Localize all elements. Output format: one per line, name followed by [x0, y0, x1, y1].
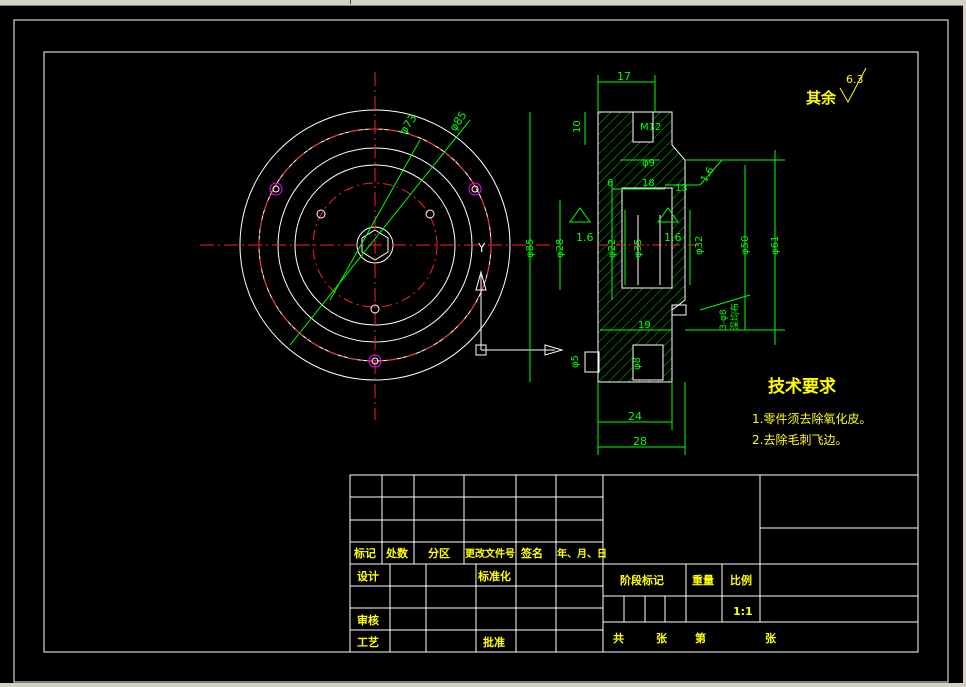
- dim-phi85: φ85: [525, 239, 536, 258]
- dim-24: 24: [628, 410, 642, 423]
- title-block: [349, 474, 919, 653]
- tech-req-item-2: 2.去除毛刺飞边。: [752, 432, 847, 447]
- dim-phi32: φ32: [694, 236, 705, 255]
- tb-zone: 分区: [428, 546, 450, 560]
- dim-6: 6: [607, 178, 613, 189]
- dim-m12: M12: [640, 122, 661, 133]
- dim-28: 28: [633, 435, 647, 448]
- ra-1-6-a: 1.6: [576, 231, 594, 244]
- technical-requirements: 技术要求 1.零件须去除氧化皮。 2.去除毛刺飞边。: [752, 376, 871, 447]
- cad-drawing-canvas[interactable]: φ85 φ73 Y 17 10 M12 φ9 6 18 13 1.6 1.6 1…: [0, 0, 966, 687]
- inner-frame: [43, 51, 919, 653]
- dim-13: 13: [675, 183, 688, 194]
- tech-req-title: 技术要求: [768, 376, 836, 397]
- dim-19: 19: [638, 320, 651, 331]
- dim-phi28: φ28: [555, 239, 566, 258]
- dim-phi22: φ22: [607, 239, 618, 258]
- phi85-label: φ85: [447, 109, 470, 134]
- hole-note: 3-φ8: [719, 309, 729, 330]
- hole-note-2: 深均布: [729, 303, 741, 330]
- tb-change-doc: 更改文件号: [465, 547, 515, 560]
- tb-design: 设计: [357, 569, 379, 583]
- tb-total: 共: [613, 631, 624, 645]
- dim-phi35: φ35: [633, 239, 644, 258]
- dim-r16: 1.6: [699, 165, 716, 184]
- svg-text:Y: Y: [477, 241, 486, 255]
- phi73-label: φ73: [397, 112, 420, 137]
- ra-1-6-b: 1.6: [664, 231, 682, 244]
- section-view: 17 10 M12 φ9 6 18 13 1.6 1.6 1.6 19 24 2…: [525, 70, 785, 455]
- dim-phi8: φ8: [632, 357, 643, 370]
- dim-phi9: φ9: [642, 158, 655, 169]
- tb-scale: 比例: [730, 573, 752, 587]
- tb-review: 审核: [357, 613, 379, 627]
- tb-scale-value: 1:1: [733, 605, 753, 618]
- tb-standard: 标准化: [477, 569, 511, 583]
- tech-req-item-1: 1.零件须去除氧化皮。: [752, 411, 871, 426]
- dim-17: 17: [617, 70, 631, 83]
- dim-18: 18: [642, 178, 655, 189]
- dim-phi5: φ5: [570, 355, 581, 368]
- tb-stage-mark: 阶段标记: [620, 573, 664, 587]
- front-view: φ85 φ73 Y: [200, 72, 564, 420]
- tb-date: 年、月、日: [557, 547, 607, 560]
- tb-process: 工艺: [357, 635, 379, 649]
- tb-sheet-no: 第: [695, 631, 706, 645]
- left-pin: [584, 351, 600, 373]
- tb-sign: 签名: [520, 546, 543, 560]
- phi85-leader: [289, 119, 471, 346]
- dim-phi61: φ61: [770, 236, 781, 255]
- tb-approve: 批准: [483, 635, 505, 649]
- surface-finish-value: 6.3: [846, 73, 864, 86]
- dim-10: 10: [572, 120, 583, 133]
- ucs-icon[interactable]: Y: [475, 241, 564, 356]
- tb-weight: 重量: [692, 573, 714, 587]
- title-block-text: 标记 处数 分区 更改文件号 签名 年、月、日 设计 标准化 审核 工艺 批准 …: [353, 546, 777, 649]
- tb-unit: 张: [656, 631, 668, 645]
- tb-unit2: 张: [765, 631, 777, 645]
- surface-finish-label: 其余: [806, 89, 837, 107]
- dim-phi50: φ50: [740, 236, 751, 255]
- tb-count: 处数: [385, 546, 409, 560]
- tb-mark: 标记: [353, 546, 376, 560]
- surface-finish-note: 其余 6.3: [806, 67, 867, 107]
